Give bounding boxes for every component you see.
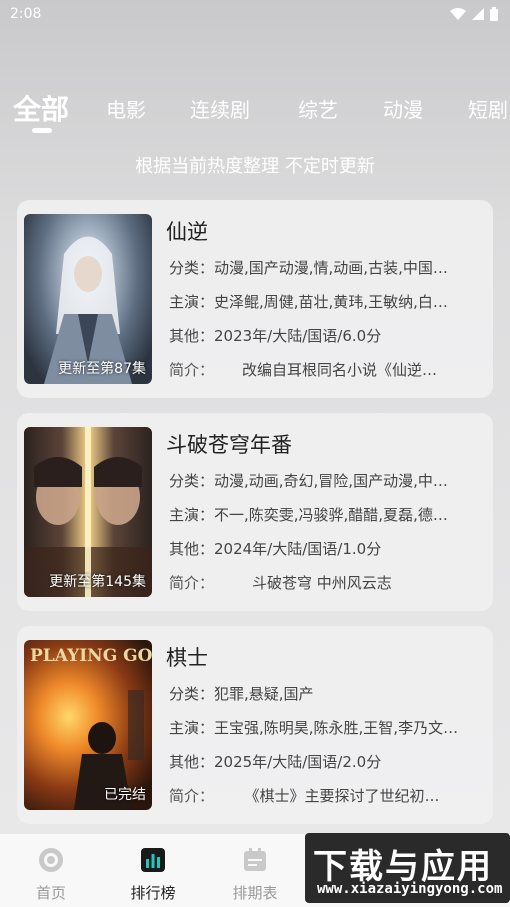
show-card[interactable]: 更新至第87集 仙逆 分类：动漫,国产动漫,情,动画,古装,中国… 主演：史泽鲲… bbox=[17, 200, 493, 398]
show-intro-row: 简介： 斗破苍穹 中州风云志 bbox=[169, 572, 479, 593]
show-other: 其他：2024年/大陆/国语/1.0分 bbox=[169, 540, 382, 558]
intro-label: 简介： bbox=[169, 787, 215, 805]
home-icon bbox=[39, 848, 63, 872]
show-category: 分类：动漫,国产动漫,情,动画,古装,中国… bbox=[169, 259, 448, 277]
schedule-icon bbox=[244, 848, 266, 871]
show-title: 斗破苍穹年番 bbox=[166, 433, 292, 457]
show-intro-row: 简介： 《棋士》主要探讨了世纪初… bbox=[169, 785, 479, 806]
intro-label: 简介： bbox=[169, 361, 215, 379]
nav-home[interactable]: 首页 bbox=[16, 846, 86, 903]
show-card[interactable]: 更新至第145集 斗破苍穹年番 分类：动漫,动画,奇幻,冒险,国产动漫,中… 主… bbox=[17, 413, 493, 611]
nav-home-label: 首页 bbox=[35, 884, 66, 902]
show-other: 其他：2023年/大陆/国语/6.0分 bbox=[169, 327, 382, 345]
episode-badge: 更新至第87集 bbox=[58, 361, 146, 377]
tab-anime[interactable]: 动漫 bbox=[383, 94, 423, 123]
show-other: 其他：2025年/大陆/国语/2.0分 bbox=[169, 753, 382, 771]
category-tabs: 全部 电影 连续剧 综艺 动漫 短剧 bbox=[0, 84, 510, 134]
poster-title-text: PLAYING GO bbox=[30, 646, 152, 666]
tab-indicator bbox=[32, 128, 52, 133]
watermark-url-text: www.xiazaiyingyong.com bbox=[317, 881, 503, 897]
tab-short-drama[interactable]: 短剧 bbox=[468, 94, 508, 123]
poster-image: PLAYING GO 已完结 bbox=[24, 640, 152, 810]
nav-ranking-label: 排行榜 bbox=[130, 884, 176, 902]
nav-schedule[interactable]: 排期表 bbox=[220, 846, 290, 903]
show-category: 分类：犯罪,悬疑,国产 bbox=[169, 685, 314, 703]
nav-ranking[interactable]: 排行榜 bbox=[118, 846, 188, 903]
show-cast: 主演：王宝强,陈明昊,陈永胜,王智,李乃文… bbox=[169, 719, 459, 737]
ranking-subtitle: 根据当前热度整理 不定时更新 bbox=[135, 156, 375, 177]
show-intro: 斗破苍穹 中州风云志 bbox=[252, 574, 392, 592]
poster-image: 更新至第87集 bbox=[24, 214, 152, 384]
show-title: 棋士 bbox=[166, 646, 208, 670]
show-intro: 改编自耳根同名小说《仙逆… bbox=[242, 361, 438, 379]
show-card[interactable]: PLAYING GO 已完结 棋士 分类：犯罪,悬疑,国产 主演：王宝强,陈明昊… bbox=[17, 626, 493, 824]
poster-image: 更新至第145集 bbox=[24, 427, 152, 597]
site-watermark-logo: 下载与应用 www.xiazaiyingyong.com bbox=[305, 833, 510, 903]
show-cast: 主演：不一,陈奕雯,冯骏骅,醋醋,夏磊,德… bbox=[169, 506, 448, 524]
tab-movie[interactable]: 电影 bbox=[106, 94, 146, 123]
tab-variety[interactable]: 综艺 bbox=[298, 94, 338, 123]
show-cast: 主演：史泽鲲,周健,苗壮,黄玮,王敏纳,白… bbox=[169, 293, 448, 311]
episode-badge: 更新至第145集 bbox=[49, 574, 146, 590]
show-title: 仙逆 bbox=[166, 220, 208, 244]
ranking-icon bbox=[141, 848, 165, 872]
signal-icon bbox=[472, 8, 484, 20]
status-icons bbox=[450, 7, 498, 21]
tab-series[interactable]: 连续剧 bbox=[190, 94, 250, 123]
status-time: 2:08 bbox=[10, 6, 42, 22]
nav-schedule-label: 排期表 bbox=[232, 884, 278, 902]
tab-all[interactable]: 全部 bbox=[13, 88, 69, 128]
episode-badge: 已完结 bbox=[104, 787, 146, 803]
intro-label: 简介： bbox=[169, 574, 215, 592]
wifi-icon bbox=[450, 8, 466, 20]
show-intro: 《棋士》主要探讨了世纪初… bbox=[252, 787, 440, 805]
status-bar: 2:08 bbox=[0, 0, 510, 28]
show-category: 分类：动漫,动画,奇幻,冒险,国产动漫,中… bbox=[169, 472, 448, 490]
battery-icon bbox=[490, 7, 498, 21]
show-intro-row: 简介： 改编自耳根同名小说《仙逆… bbox=[169, 359, 479, 380]
